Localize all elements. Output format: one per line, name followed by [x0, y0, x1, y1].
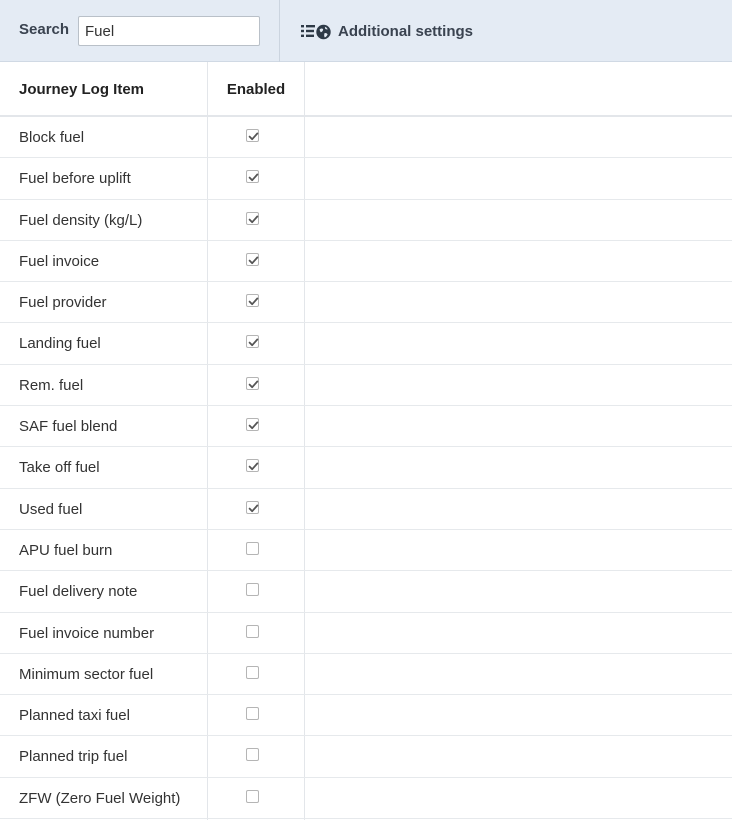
- toolbar-divider: [279, 0, 280, 62]
- enabled-checkbox[interactable]: [246, 748, 259, 762]
- table-row: Rem. fuel: [0, 365, 732, 407]
- table-row: SAF fuel blend: [0, 406, 732, 448]
- table-row: Planned taxi fuel: [0, 695, 732, 737]
- search-label: Search: [19, 21, 70, 38]
- row-label: Fuel provider: [19, 294, 107, 312]
- enabled-checkbox[interactable]: [246, 789, 259, 803]
- row-label: Take off fuel: [19, 459, 100, 477]
- additional-settings-label: Additional settings: [338, 22, 473, 40]
- table-row: Fuel invoice number: [0, 613, 732, 654]
- enabled-checkbox[interactable]: [246, 624, 259, 638]
- row-label: Fuel before uplift: [19, 170, 131, 188]
- enabled-checkbox[interactable]: [246, 665, 259, 679]
- enabled-checkbox[interactable]: [246, 459, 259, 473]
- row-label: APU fuel burn: [19, 541, 113, 559]
- row-label: Block fuel: [19, 129, 85, 146]
- row-label: Landing fuel: [19, 335, 101, 353]
- row-label: Fuel density (kg/L): [19, 211, 143, 229]
- row-label: ZFW (Zero Fuel Weight): [19, 789, 181, 807]
- row-label: Planned taxi fuel: [19, 707, 130, 725]
- row-label: Rem. fuel: [19, 376, 84, 394]
- enabled-checkbox[interactable]: [246, 707, 259, 721]
- table-row: Block fuel: [0, 117, 732, 159]
- enabled-checkbox[interactable]: [246, 541, 259, 555]
- enabled-checkbox[interactable]: [246, 376, 259, 390]
- table-row: Fuel invoice: [0, 241, 732, 283]
- table-row: Planned trip fuel: [0, 736, 732, 778]
- table-row: Minimum sector fuel: [0, 654, 732, 696]
- enabled-checkbox[interactable]: [246, 129, 259, 142]
- journey-log-table: Journey Log Item Enabled Block fuel Fuel …: [0, 62, 732, 820]
- table-row: Fuel provider: [0, 282, 732, 324]
- row-label: Planned trip fuel: [19, 748, 128, 766]
- additional-settings-button[interactable]: Additional settings: [300, 17, 473, 45]
- list-globe-icon: [300, 21, 334, 41]
- table-row: Used fuel: [0, 489, 732, 530]
- table-row: ZFW (Zero Fuel Weight): [0, 778, 732, 820]
- enabled-checkbox[interactable]: [246, 500, 259, 514]
- row-label: Fuel invoice: [19, 252, 100, 270]
- table-row: Fuel delivery note: [0, 571, 732, 613]
- enabled-checkbox[interactable]: [246, 211, 259, 225]
- enabled-checkbox[interactable]: [246, 170, 259, 184]
- enabled-checkbox[interactable]: [246, 418, 259, 432]
- table-row: Take off fuel: [0, 447, 732, 489]
- table-row: Fuel density (kg/L): [0, 200, 732, 241]
- table-body: Block fuel Fuel before uplift Fuel density…: [0, 117, 732, 820]
- search-input[interactable]: [78, 16, 260, 46]
- column-header-item[interactable]: Journey Log Item: [19, 81, 144, 98]
- row-label: Minimum sector fuel: [19, 665, 154, 683]
- row-label: Used fuel: [19, 500, 83, 518]
- column-header-enabled[interactable]: Enabled: [208, 81, 304, 98]
- table-row: APU fuel burn: [0, 530, 732, 572]
- toolbar: Search Additional settings: [0, 0, 732, 62]
- row-label: Fuel delivery note: [19, 583, 138, 601]
- row-label: Fuel invoice number: [19, 624, 155, 642]
- table-row: Landing fuel: [0, 323, 732, 365]
- enabled-checkbox[interactable]: [246, 252, 259, 266]
- enabled-checkbox[interactable]: [246, 294, 259, 308]
- enabled-checkbox[interactable]: [246, 335, 259, 349]
- row-label: SAF fuel blend: [19, 418, 118, 436]
- table-row: Fuel before uplift: [0, 158, 732, 200]
- table-header: Journey Log Item Enabled: [0, 62, 732, 117]
- enabled-checkbox[interactable]: [246, 583, 259, 597]
